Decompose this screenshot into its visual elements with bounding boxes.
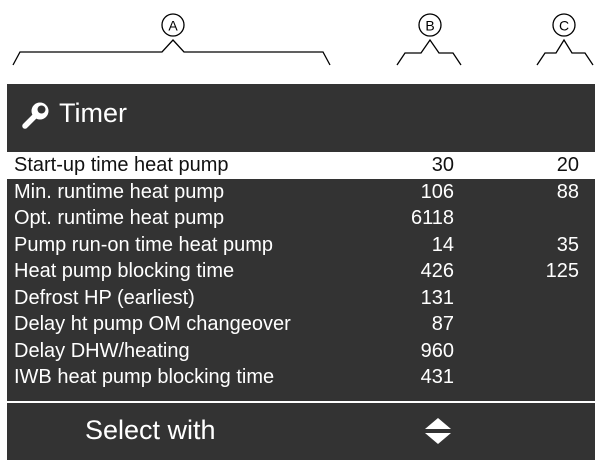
value-column-c: 125 (545, 260, 579, 282)
list-item-label: Opt. runtime heat pump (14, 207, 225, 229)
value-column-b: 960 (420, 339, 454, 362)
list-item-label: Pump run-on time heat pump (14, 233, 274, 256)
list-item[interactable]: IWB heat pump blocking time 431 (7, 364, 595, 391)
value-column-b: 131 (420, 286, 454, 309)
list-item[interactable]: Pump run-on time heat pump 14 35 (7, 232, 595, 259)
value-column-b: 14 (431, 233, 454, 256)
callout-a: A (12, 13, 331, 66)
list-item-label: Heat pump blocking time (14, 260, 235, 282)
callout-c-bracket (536, 38, 594, 66)
list-item[interactable]: Delay DHW/heating 960 (7, 338, 595, 365)
value-column-b: 87 (431, 313, 454, 335)
wrench-icon (21, 100, 51, 130)
timer-list: Start-up time heat pump 30 20 Min. runtime … (7, 152, 595, 391)
screen-footer: Select with (7, 403, 595, 460)
list-item-label: Defrost HP (earliest) (14, 286, 195, 309)
up-down-arrows-icon[interactable] (423, 416, 453, 446)
screen-header: Timer (7, 84, 595, 145)
value-column-b: 431 (420, 366, 454, 388)
list-item-label: Delay DHW/heating (14, 339, 190, 362)
list-item[interactable]: Start-up time heat pump 30 20 (7, 152, 595, 179)
callout-a-bracket (12, 39, 331, 66)
callout-annotations: A B C (12, 13, 594, 66)
value-column-c: 20 (556, 154, 579, 176)
value-column-b: 106 (420, 180, 454, 203)
callout-b-letter: B (425, 18, 434, 34)
list-item[interactable]: Heat pump blocking time 426 125 (7, 258, 595, 285)
callout-c-letter: C (559, 18, 569, 34)
value-column-b: 6118 (410, 207, 454, 229)
callout-b: B (396, 13, 462, 66)
page-title: Timer (59, 98, 127, 128)
list-item[interactable]: Min. runtime heat pump 106 88 (7, 179, 595, 206)
callout-a-letter: A (168, 18, 178, 34)
value-column-c: 88 (556, 180, 579, 203)
list-item-label: IWB heat pump blocking time (14, 366, 275, 388)
value-column-b: 426 (420, 260, 454, 282)
value-column-c: 35 (556, 233, 579, 256)
select-hint: Select with (85, 415, 216, 445)
list-item-label: Min. runtime heat pump (14, 180, 225, 203)
list-item[interactable]: Defrost HP (earliest) 131 (7, 285, 595, 312)
list-item-label: Start-up time heat pump (14, 154, 229, 176)
value-column-b: 30 (431, 154, 454, 176)
callout-c: C (536, 13, 594, 66)
list-item[interactable]: Delay ht pump OM changeover 87 (7, 311, 595, 338)
callout-b-bracket (396, 38, 462, 66)
display-screen: Timer Start-up time heat pump 30 20 Min. ru… (7, 84, 595, 460)
list-item[interactable]: Opt. runtime heat pump 6118 (7, 205, 595, 232)
list-item-label: Delay ht pump OM changeover (14, 313, 291, 335)
